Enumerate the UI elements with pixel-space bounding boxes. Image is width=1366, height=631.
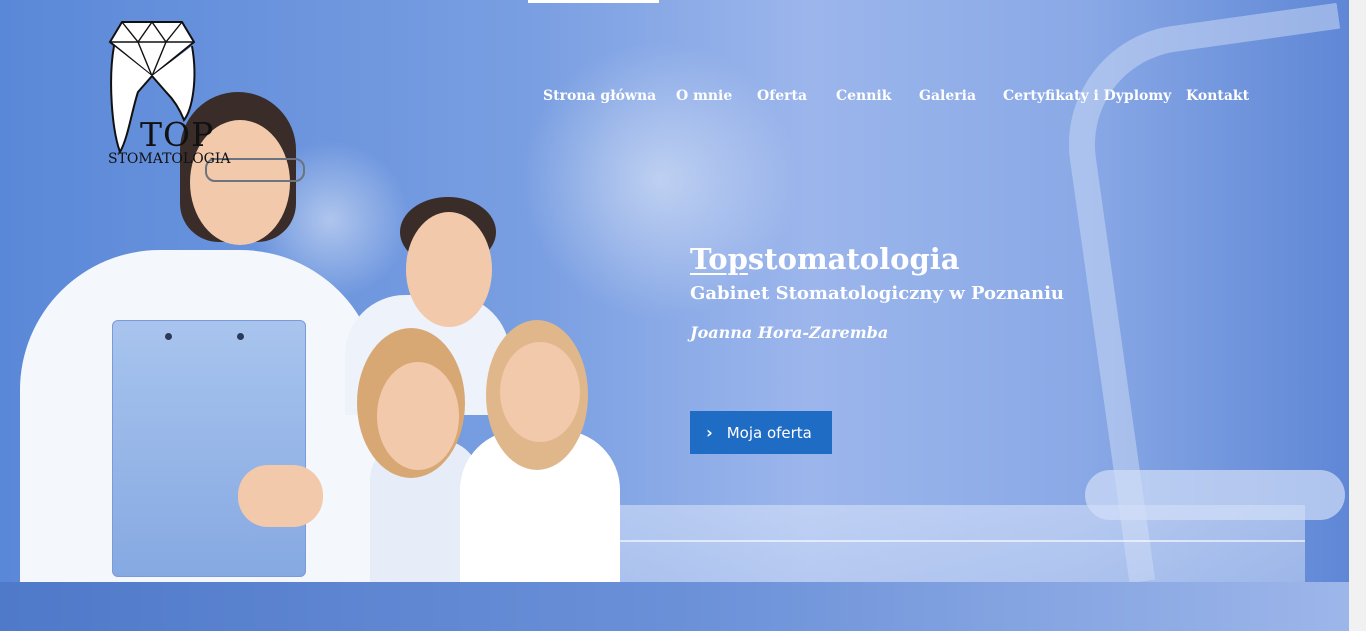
logo-text-bottom: STOMATOLOGIA <box>108 151 231 167</box>
hero-headline: Topstomatologia Gabinet Stomatologiczny … <box>690 240 1064 344</box>
nav-item-certificates[interactable]: Certyfikaty i Dyplomy <box>1003 86 1171 106</box>
page-subtitle: Gabinet Stomatologiczny w Poznaniu <box>690 283 1064 304</box>
nav-item-contact[interactable]: Kontakt <box>1186 86 1249 106</box>
dentist-hand <box>238 465 323 527</box>
counter-edge <box>585 540 1305 542</box>
clip-dot <box>165 333 172 340</box>
nav-item-pricing[interactable]: Cennik <box>836 86 891 106</box>
chevron-right-icon: › <box>706 422 713 442</box>
nav-item-offer[interactable]: Oferta <box>757 86 807 106</box>
father-face <box>406 212 492 327</box>
nav-item-about[interactable]: O mnie <box>676 86 732 106</box>
title-rest: stomatologia <box>747 242 960 276</box>
logo-text-top: TOP <box>140 115 215 154</box>
page-title: Topstomatologia <box>690 240 1064 278</box>
nav-item-home[interactable]: Strona główna <box>543 86 656 106</box>
girl-face <box>500 342 580 442</box>
clipboard <box>112 320 306 577</box>
nav-item-gallery[interactable]: Galeria <box>919 86 976 106</box>
hero-bottom-band <box>0 582 1349 631</box>
mother-face <box>377 362 459 470</box>
site-logo[interactable]: TOP STOMATOLOGIA <box>108 20 231 175</box>
clip-dot <box>237 333 244 340</box>
hero-section: TOP STOMATOLOGIA Strona główna O mnie Of… <box>0 0 1349 631</box>
offer-button-label: Moja oferta <box>726 423 812 442</box>
dental-chair <box>1085 470 1345 520</box>
title-underlined: Top <box>690 242 748 276</box>
page-scrollbar[interactable] <box>1349 0 1366 631</box>
doctor-name: Joanna Hora-Zaremba <box>690 323 889 342</box>
active-page-indicator <box>528 0 659 3</box>
offer-button[interactable]: › Moja oferta <box>690 411 832 454</box>
